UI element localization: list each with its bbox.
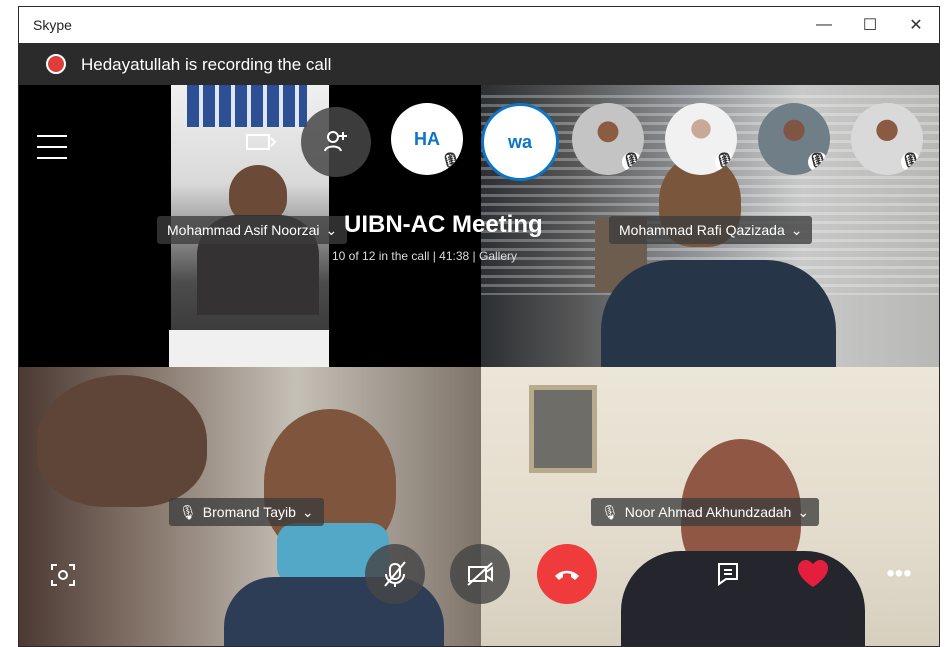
recording-icon [46, 54, 66, 74]
reaction-button[interactable] [791, 552, 835, 596]
recording-text: Hedayatullah is recording the call [81, 55, 332, 74]
menu-button[interactable] [37, 135, 67, 159]
chat-icon [718, 563, 738, 586]
microphone-muted-icon: 🎙 [601, 503, 619, 520]
microphone-muted-icon [384, 561, 406, 587]
add-person-icon [324, 131, 347, 152]
chevron-down-icon: ⌄ [301, 503, 314, 520]
video-tile-3[interactable]: 🎙 Bromand Tayib ⌄ [19, 367, 481, 646]
camera-switch-button[interactable] [225, 107, 295, 177]
add-person-button[interactable] [301, 107, 371, 177]
video-button[interactable] [450, 544, 510, 604]
participant-name-tile-2[interactable]: Mohammad Rafi Qazizada ⌄ [609, 216, 813, 244]
muted-icon: 🎙 [899, 151, 923, 172]
participant-avatar-ha[interactable]: HA 🎙 [391, 103, 463, 175]
skype-window: Skype — ☐ ✕ Hedayatullah is recording th… [18, 6, 940, 647]
camera-switch-icon [246, 134, 277, 150]
hamburger-icon [37, 135, 67, 137]
screen-capture-button[interactable] [41, 553, 85, 597]
participant-name-tile-3[interactable]: 🎙 Bromand Tayib ⌄ [169, 498, 324, 526]
mute-button[interactable] [365, 544, 425, 604]
participant-avatar-photo-4[interactable]: 🎙 [851, 103, 923, 175]
microphone-muted-icon: 🎙 [179, 503, 197, 520]
chevron-down-icon: ⌄ [797, 503, 810, 520]
video-grid: Mohammad Asif Noorzai ⌄ Mohammad Rafi Qa… [19, 85, 939, 646]
chat-button[interactable] [706, 552, 750, 596]
recording-banner: Hedayatullah is recording the call [19, 43, 939, 85]
close-icon: ✕ [909, 17, 923, 34]
meeting-title: UIBN-AC Meeting [344, 211, 543, 238]
maximize-icon: ☐ [862, 17, 878, 34]
minimize-icon: — [816, 16, 832, 33]
minimize-button[interactable]: — [801, 7, 847, 43]
maximize-button[interactable]: ☐ [847, 7, 893, 43]
screen-capture-icon [51, 564, 75, 586]
muted-icon: 🎙 [620, 151, 644, 172]
participant-avatar-photo-2[interactable]: 🎙 [665, 103, 737, 175]
title-bar: Skype — ☐ ✕ [19, 7, 939, 43]
more-icon: ••• [886, 560, 912, 587]
participant-name-tile-4[interactable]: 🎙 Noor Ahmad Akhundzadah ⌄ [591, 498, 820, 526]
chevron-down-icon: ⌄ [790, 221, 803, 238]
participant-avatar-wa[interactable]: wa [481, 103, 559, 181]
meeting-status: 10 of 12 in the call | 41:38 | Gallery [332, 249, 518, 263]
more-options-button[interactable]: ••• [877, 552, 921, 596]
muted-icon: 🎙 [806, 151, 830, 172]
chevron-down-icon: ⌄ [325, 221, 338, 238]
video-off-icon [467, 562, 493, 586]
participant-name-tile-1[interactable]: Mohammad Asif Noorzai ⌄ [157, 216, 348, 244]
participant-avatar-photo-1[interactable]: 🎙 [572, 103, 644, 175]
muted-icon: 🎙 [439, 151, 463, 172]
close-button[interactable]: ✕ [893, 7, 939, 43]
window-title: Skype [33, 17, 72, 33]
heart-icon [798, 560, 828, 587]
muted-icon: 🎙 [713, 151, 737, 172]
video-tile-4[interactable]: 🎙 Noor Ahmad Akhundzadah ⌄ [481, 367, 939, 646]
hang-up-button[interactable] [537, 544, 597, 604]
participant-avatar-photo-3[interactable]: 🎙 [758, 103, 830, 175]
hang-up-icon [555, 570, 579, 580]
